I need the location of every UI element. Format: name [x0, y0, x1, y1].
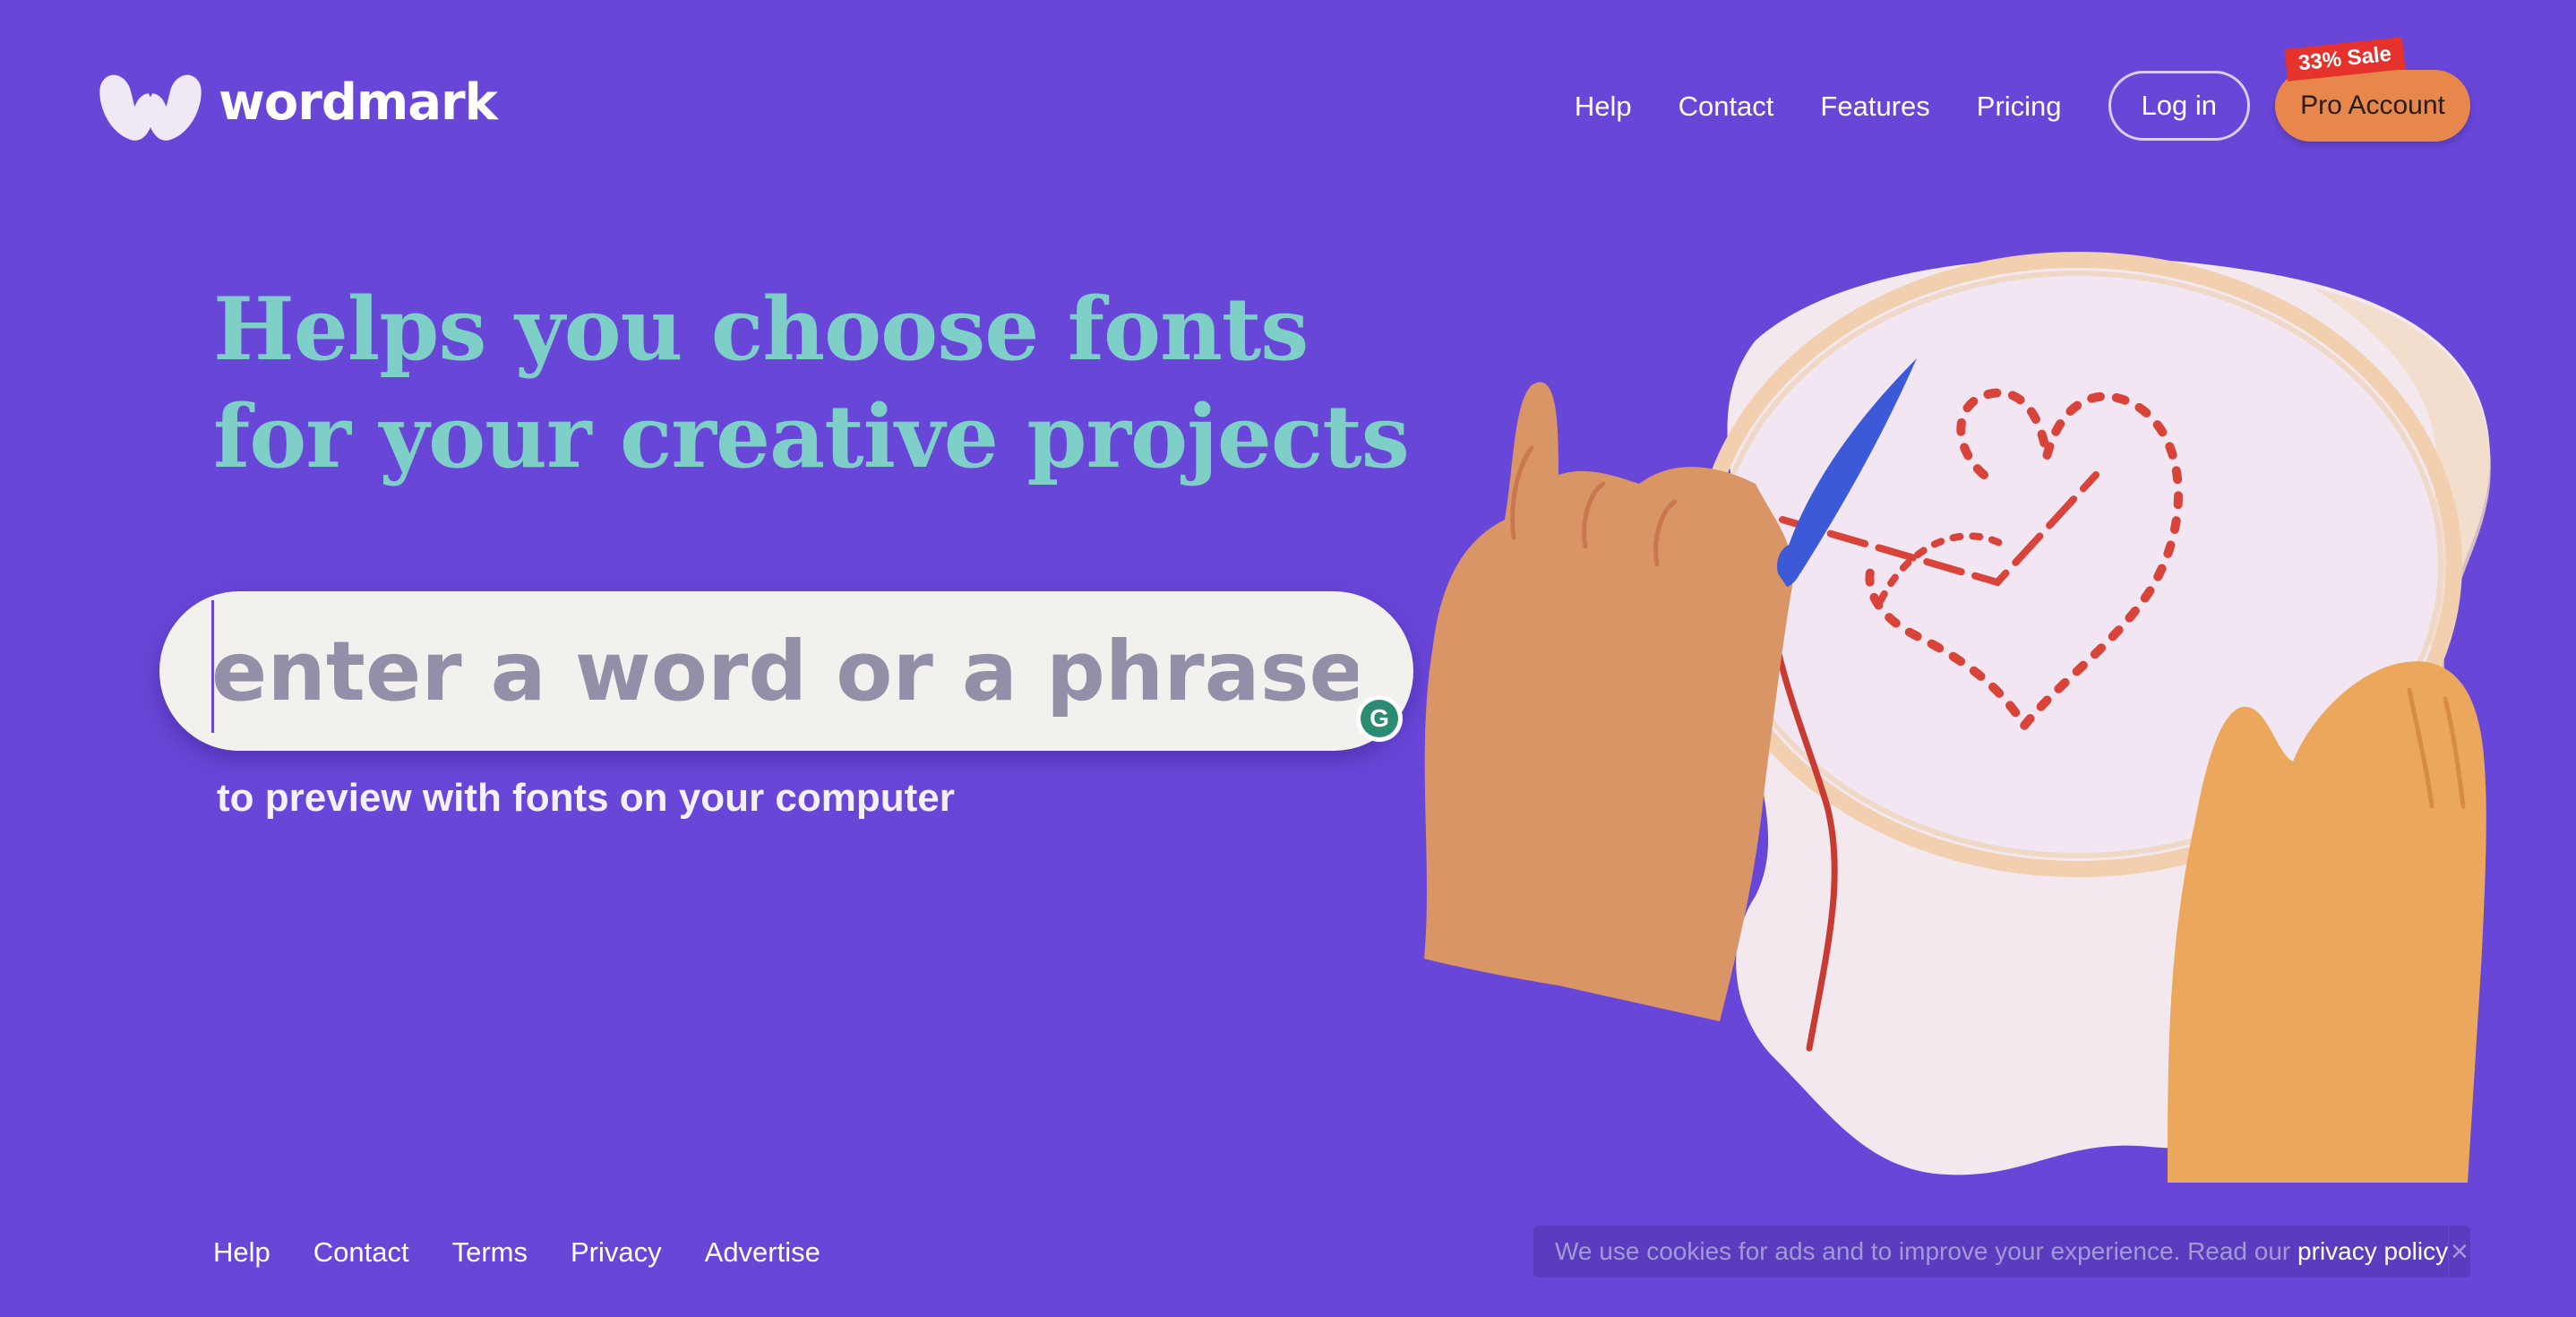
- footer-terms[interactable]: Terms: [452, 1236, 528, 1269]
- site-header: wordmark Help Contact Features Pricing L…: [0, 0, 2576, 206]
- cookie-banner: We use cookies for ads and to improve yo…: [1533, 1226, 2470, 1278]
- hero-headline-line2: for your creative projects: [213, 386, 1410, 487]
- footer-help[interactable]: Help: [213, 1236, 270, 1269]
- hero-headline-line1: Helps you choose fonts: [213, 279, 1309, 380]
- footer-contact[interactable]: Contact: [313, 1236, 409, 1269]
- login-button[interactable]: Log in: [2108, 71, 2250, 141]
- footer-nav: Help Contact Terms Privacy Advertise: [213, 1236, 863, 1269]
- hero-headline: Helps you choose fonts for your creative…: [213, 276, 1410, 491]
- nav-contact[interactable]: Contact: [1679, 92, 1774, 120]
- search-box: [159, 591, 1413, 751]
- logo-text: wordmark: [219, 73, 498, 132]
- embroidery-illustration: [1424, 252, 2491, 1183]
- privacy-policy-link[interactable]: privacy policy: [2297, 1237, 2448, 1265]
- cookie-message: We use cookies for ads and to improve yo…: [1555, 1237, 2298, 1265]
- pro-account-button[interactable]: Pro Account: [2275, 70, 2470, 142]
- logo[interactable]: wordmark: [95, 66, 498, 143]
- top-nav: Help Contact Features Pricing Log in Pro…: [1575, 37, 2470, 142]
- left-hand: [1424, 382, 1793, 1021]
- footer-advertise[interactable]: Advertise: [705, 1236, 820, 1269]
- w-logo-icon: [99, 74, 202, 141]
- nav-pricing[interactable]: Pricing: [1977, 92, 2062, 120]
- cookie-text: We use cookies for ads and to improve yo…: [1533, 1237, 2448, 1266]
- pro-account-wrapper: Pro Account 33% Sale: [2275, 37, 2470, 142]
- footer-privacy[interactable]: Privacy: [571, 1236, 662, 1269]
- phrase-input[interactable]: [211, 591, 1358, 751]
- nav-help[interactable]: Help: [1575, 92, 1632, 120]
- nav-features[interactable]: Features: [1820, 92, 1929, 120]
- hero-subtext: to preview with fonts on your computer: [217, 776, 955, 820]
- close-icon[interactable]: ×: [2449, 1226, 2470, 1278]
